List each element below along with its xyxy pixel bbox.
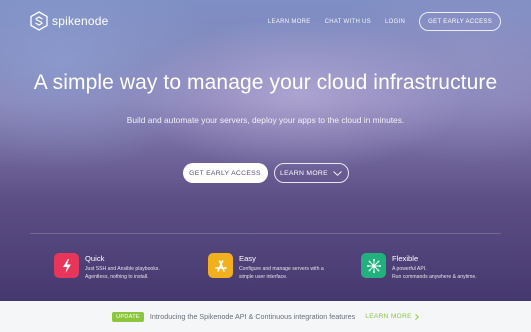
learn-more-label: LEARN MORE [280, 169, 328, 177]
feature-flexible-desc-line-2: Run commands anywhere & anytime. [392, 273, 477, 280]
feature-flexible-title: Flexible [392, 254, 419, 263]
chevron-down-icon [333, 170, 342, 176]
hero-title: A simple way to manage your cloud infras… [33, 71, 498, 94]
feature-flexible-icon-tile [361, 253, 386, 278]
get-early-access-label: GET EARLY ACCESS [189, 169, 261, 177]
app-store-icon [214, 259, 227, 272]
learn-more-button[interactable]: LEARN MORE [273, 163, 349, 183]
update-badge: UPDATE [112, 311, 144, 322]
feature-easy-description: Configure and manage servers with a simp… [239, 266, 359, 281]
network-hub-icon [366, 258, 381, 273]
feature-quick: Quick Just SSH and Ansible playbooks. Ag… [54, 253, 205, 281]
nav-get-early-access-button[interactable]: GET EARLY ACCESS [419, 12, 501, 31]
update-banner-text: Introducing the Spikenode API & Continuo… [149, 312, 356, 321]
feature-quick-description: Just SSH and Ansible playbooks. Agentles… [85, 266, 205, 281]
update-banner: UPDATE Introducing the Spikenode API & C… [0, 301, 531, 332]
feature-quick-icon-tile [54, 253, 79, 278]
lightning-icon [62, 258, 71, 273]
nav-links: LEARN MORE CHAT WITH US LOGIN GET EARLY … [254, 12, 501, 31]
feature-easy-icon-tile [208, 253, 233, 278]
section-divider [30, 233, 501, 234]
top-navigation: spikenode LEARN MORE CHAT WITH US LOGIN … [0, 0, 531, 44]
feature-quick-desc-line-2: Agentless, nothing to install. [85, 273, 149, 280]
banner-learn-more-label: LEARN MORE [365, 313, 412, 320]
get-early-access-button[interactable]: GET EARLY ACCESS [182, 163, 268, 183]
feature-quick-title: Quick [85, 254, 105, 263]
nav-learn-more-link[interactable]: LEARN MORE [268, 19, 311, 25]
hero-subtitle: Build and automate your servers, deploy … [126, 115, 405, 125]
hero-actions: GET EARLY ACCESS LEARN MORE [0, 163, 531, 183]
feature-easy-desc-line-1: Configure and manage servers with a [239, 266, 324, 272]
banner-learn-more-link[interactable]: LEARN MORE [365, 313, 419, 320]
feature-flexible-desc-line-1: A powerful API. [392, 266, 427, 272]
feature-quick-desc-line-1: Just SSH and Ansible playbooks. [85, 266, 160, 272]
nav-chat-with-us-link[interactable]: CHAT WITH US [325, 19, 371, 25]
brand-name: spikenode [52, 14, 109, 28]
chevron-right-icon [415, 313, 419, 320]
feature-flexible-description: A powerful API. Run commands anywhere & … [392, 266, 512, 281]
feature-easy: Easy Configure and manage servers with a… [208, 253, 359, 281]
feature-easy-desc-line-2: simple user interface. [239, 273, 288, 280]
feature-easy-title: Easy [239, 254, 256, 263]
feature-flexible: Flexible A powerful API. Run commands an… [361, 253, 512, 281]
brand-logo[interactable]: spikenode [30, 11, 109, 31]
nav-login-link[interactable]: LOGIN [385, 19, 405, 25]
spikenode-logo-icon [30, 11, 48, 31]
